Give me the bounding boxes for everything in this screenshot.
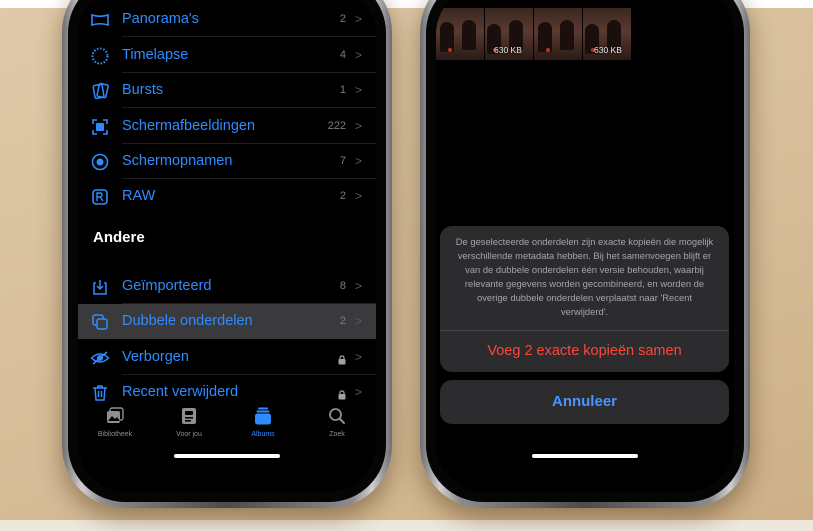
tab-label: Voor jou [176,431,202,438]
cancel-button[interactable]: Annuleer [440,380,729,424]
file-size-label: 630 KB [594,45,622,55]
duplicate-photo-thumbnail[interactable] [534,8,582,60]
left-phone: Panorama's 2 > Timelapse 4 > Bursts 1 > [62,0,392,508]
screen-recording-icon [90,152,110,172]
tab-for-you[interactable]: Voor jou [152,398,226,446]
media-row-panoramas[interactable]: Panorama's 2 > [78,2,376,37]
home-indicator [532,454,638,458]
tab-label: Bibliotheek [97,431,133,438]
chevron-right-icon: > [354,314,362,328]
other-row-imported[interactable]: Geïmporteerd 8 > [78,269,376,304]
media-row-label: Panorama's [122,11,199,27]
hidden-eye-icon [90,348,110,368]
media-row-count: 4 [339,49,346,61]
bottom-border [0,520,813,531]
section-title-other: Andere [93,229,145,246]
lock-icon [338,352,346,365]
file-size-label: 630 KB [494,45,522,55]
photo-content [440,22,454,52]
duplicate-photo-thumbnail[interactable] [436,8,484,60]
raw-icon [90,187,110,207]
panorama-icon [90,10,110,30]
screenshot-icon [90,117,110,137]
media-row-screenshots[interactable]: Schermafbeeldingen 222 > [78,109,376,144]
media-row-label: Schermopnamen [122,153,233,169]
import-icon [90,277,110,297]
action-sheet-message: De geselecteerde onderdelen zijn exacte … [455,236,714,317]
media-row-label: Timelapse [122,47,189,63]
photo-content [448,48,452,52]
media-row-timelapse[interactable]: Timelapse 4 > [78,38,376,73]
tab-albums[interactable]: Albums [226,398,300,446]
for-you-icon [179,406,199,426]
other-row-label: Dubbele onderdelen [122,313,253,329]
tab-library[interactable]: Bibliotheek [78,398,152,446]
media-row-label: Bursts [122,82,164,98]
tab-bar: Bibliotheek Voor jou Albums Zoek [78,398,376,446]
other-row-hidden[interactable]: Verborgen > [78,340,376,375]
media-row-count: 2 [339,13,346,25]
media-row-raw[interactable]: RAW 2 > [78,179,376,214]
other-row-count: 2 [339,315,346,327]
row-divider [122,36,376,37]
bursts-icon [90,81,110,101]
home-indicator [174,454,280,458]
chevron-right-icon: > [354,279,362,293]
chevron-right-icon: > [354,189,362,203]
photo-library-icon [105,406,125,426]
chevron-right-icon: > [354,350,362,364]
merge-duplicates-button[interactable]: Voeg 2 exacte kopieën samen [440,331,729,372]
media-row-count: 2 [339,190,346,202]
other-row-duplicates[interactable]: Dubbele onderdelen 2 > [78,304,376,339]
search-icon [327,406,347,426]
tab-search[interactable]: Zoek [300,398,374,446]
chevron-right-icon: > [354,119,362,133]
duplicates-screen: 630 KB 630 KB De geselecteerde onderdele… [436,0,734,492]
chevron-right-icon: > [354,154,362,168]
chevron-right-icon: > [354,12,362,26]
other-row-label: Verborgen [122,349,189,365]
media-row-screen-recordings[interactable]: Schermopnamen 7 > [78,144,376,179]
chevron-right-icon: > [354,385,362,399]
media-row-count: 1 [339,84,346,96]
row-divider [122,107,376,108]
other-row-label: Geïmporteerd [122,278,212,294]
photo-content [462,20,476,50]
action-sheet: De geselecteerde onderdelen zijn exacte … [440,226,729,372]
media-row-label: RAW [122,188,156,204]
photo-content [560,20,574,50]
media-row-bursts[interactable]: Bursts 1 > [78,73,376,108]
timelapse-icon [90,46,110,66]
tab-label: Albums [251,431,275,438]
chevron-right-icon: > [354,83,362,97]
media-row-label: Schermafbeeldingen [122,118,256,134]
albums-screen: Panorama's 2 > Timelapse 4 > Bursts 1 > [78,0,376,492]
tab-label: Zoek [329,431,345,438]
lock-icon [338,387,346,400]
media-row-count: 222 [327,120,346,132]
duplicates-icon [90,312,110,332]
right-phone: 630 KB 630 KB De geselecteerde onderdele… [420,0,750,508]
photo-content [546,48,550,52]
media-row-count: 7 [339,155,346,167]
other-row-count: 8 [339,280,346,292]
photo-content [538,22,552,52]
chevron-right-icon: > [354,48,362,62]
albums-icon [253,406,273,426]
